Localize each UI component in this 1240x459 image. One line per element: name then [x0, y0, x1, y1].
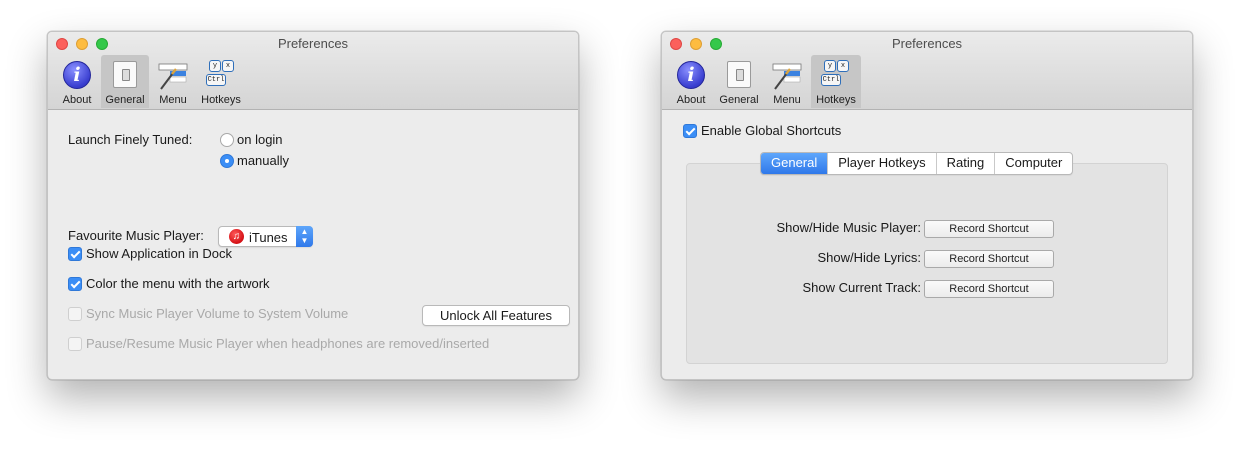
checkbox-sync-volume-label: Sync Music Player Volume to System Volum… [86, 306, 349, 321]
keyboard-icon: y x Ctrl [820, 59, 852, 91]
toolbar-item-general[interactable]: General [715, 55, 763, 108]
radio-manually-label[interactable]: manually [237, 153, 289, 168]
itunes-icon: ♫ [229, 229, 244, 244]
toolbar-item-menu[interactable]: Menu [763, 55, 811, 108]
info-icon: i [63, 61, 91, 89]
switch-icon [727, 61, 751, 88]
toolbar-item-about[interactable]: i About [667, 55, 715, 108]
checkbox-color-menu[interactable] [68, 277, 82, 291]
checkbox-show-in-dock-label[interactable]: Show Application in Dock [86, 246, 232, 261]
checkbox-pause-resume [68, 337, 82, 351]
shortcut-label-show-current-track: Show Current Track: [802, 280, 922, 295]
checkbox-pause-resume-label: Pause/Resume Music Player when headphone… [86, 336, 490, 351]
window-title: Preferences [891, 36, 963, 51]
tab-player-hotkeys[interactable]: Player Hotkeys [827, 153, 935, 174]
record-shortcut-button-lyrics[interactable]: Record Shortcut [924, 250, 1054, 268]
checkbox-enable-global-shortcuts-label[interactable]: Enable Global Shortcuts [701, 123, 841, 138]
menu-icon [771, 59, 803, 91]
checkbox-enable-global-shortcuts[interactable] [683, 124, 697, 138]
shortcut-label-show-hide-player: Show/Hide Music Player: [776, 220, 922, 235]
tab-general[interactable]: General [761, 153, 828, 174]
preferences-window-hotkeys: Preferences i About General Menu y x Ctr… [661, 31, 1193, 380]
music-player-value: iTunes [249, 230, 288, 245]
preferences-window-general: Preferences i About General Menu y x Ctr… [47, 31, 579, 380]
chevron-up-down-icon: ▲ ▼ [296, 226, 313, 247]
title-bar: Preferences i About General Menu y x Ctr… [48, 32, 578, 110]
hotkeys-segmented-tabs: General Player Hotkeys Rating Computer [760, 152, 1074, 175]
radio-manually[interactable] [220, 154, 234, 168]
shortcut-label-show-hide-lyrics: Show/Hide Lyrics: [817, 250, 921, 265]
record-shortcut-button-track[interactable]: Record Shortcut [924, 280, 1054, 298]
unlock-all-features-button[interactable]: Unlock All Features [422, 305, 570, 326]
tab-computer[interactable]: Computer [994, 153, 1072, 174]
toolbar-item-about[interactable]: i About [53, 55, 101, 108]
launch-label: Launch Finely Tuned: [68, 132, 193, 147]
preferences-toolbar: i About General Menu y x Ctrl Hotkeys [53, 55, 245, 108]
title-bar: Preferences i About General Menu y x Ctr… [662, 32, 1192, 110]
toolbar-item-hotkeys[interactable]: y x Ctrl Hotkeys [197, 55, 245, 108]
checkbox-show-in-dock[interactable] [68, 247, 82, 261]
toolbar-item-hotkeys[interactable]: y x Ctrl Hotkeys [811, 55, 861, 108]
window-title: Preferences [277, 36, 349, 51]
tab-rating[interactable]: Rating [935, 153, 995, 174]
shortcuts-group-box: Show/Hide Music Player: Record Shortcut … [686, 163, 1168, 364]
menu-icon [157, 59, 189, 91]
checkbox-color-menu-label[interactable]: Color the menu with the artwork [86, 276, 270, 291]
music-player-popup[interactable]: ♫ iTunes ▲ ▼ [218, 226, 313, 247]
info-icon: i [677, 61, 705, 89]
keyboard-icon: y x Ctrl [205, 59, 237, 91]
toolbar-item-general[interactable]: General [101, 55, 149, 108]
radio-on-login-label[interactable]: on login [237, 132, 283, 147]
switch-icon [113, 61, 137, 88]
general-pane: Launch Finely Tuned: on login manually F… [48, 110, 578, 379]
player-label: Favourite Music Player: [68, 228, 204, 243]
checkbox-sync-volume [68, 307, 82, 321]
radio-on-login[interactable] [220, 133, 234, 147]
record-shortcut-button-player[interactable]: Record Shortcut [924, 220, 1054, 238]
hotkeys-pane: Enable Global Shortcuts Show/Hide Music … [662, 110, 1192, 379]
toolbar-item-menu[interactable]: Menu [149, 55, 197, 108]
preferences-toolbar: i About General Menu y x Ctrl Hotkeys [667, 55, 861, 108]
